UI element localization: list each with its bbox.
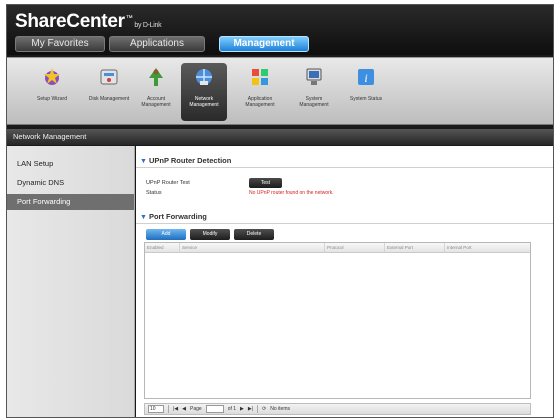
system-management-icon [306, 68, 322, 85]
first-page-icon[interactable]: |◀ [173, 406, 178, 412]
toolbar-label: Disk Management [88, 96, 130, 102]
header-bar: ShareCenter™by D-Link My Favorites Appli… [7, 5, 553, 55]
app-window: ShareCenter™by D-Link My Favorites Appli… [6, 4, 554, 418]
toolbar-setup-wizard[interactable]: Setup Wizard [29, 63, 75, 121]
toolbar-disk-management[interactable]: Disk Management [86, 63, 132, 121]
brand-byline: by D-Link [134, 22, 162, 29]
pager-divider [257, 405, 259, 413]
upnp-heading: ▼ UPnP Router Detection [136, 154, 553, 168]
wizard-icon [44, 68, 60, 85]
disk-management-icon [100, 69, 118, 85]
toolbar-label: Account Management [141, 96, 171, 108]
account-management-icon [149, 68, 163, 86]
main-content: ▼ UPnP Router Detection UPnP Router Test … [136, 146, 553, 417]
upnp-test-label: UPnP Router Test [146, 180, 190, 186]
modify-button[interactable]: Modify [190, 229, 230, 240]
system-status-icon: i [358, 69, 374, 85]
collapse-triangle-icon[interactable]: ▼ [140, 214, 147, 221]
previous-page-icon[interactable]: ◀ [182, 406, 186, 412]
port-forwarding-heading: ▼ Port Forwarding [136, 210, 553, 224]
column-header-internal-port[interactable]: Internal Port [445, 243, 530, 252]
network-management-icon [196, 69, 212, 85]
tab-management[interactable]: Management [219, 36, 309, 52]
refresh-icon[interactable]: ⟳ [262, 406, 266, 412]
toolbar-account-management[interactable]: Account Management [133, 63, 179, 121]
toolbar-label: Setup Wizard [36, 96, 67, 102]
upnp-status-label: Status [146, 190, 162, 196]
management-toolbar: Setup Wizard Disk Management Account Man… [7, 57, 553, 125]
toolbar-label: System Management [299, 96, 329, 108]
toolbar-application-management[interactable]: Application Management [237, 63, 283, 121]
upnp-status-value: No UPnP router found on the network. [249, 190, 334, 196]
next-page-icon[interactable]: ▶ [240, 406, 244, 412]
brand-trademark: ™ [125, 14, 133, 22]
collapse-triangle-icon[interactable]: ▼ [140, 158, 147, 165]
table-header: Enabled Service Protocol External Port I… [145, 243, 530, 253]
brand-name: ShareCenter [15, 11, 125, 32]
port-forwarding-table: Enabled Service Protocol External Port I… [144, 242, 531, 399]
page-size-select[interactable]: 10 [148, 405, 164, 413]
toolbar-system-management[interactable]: System Management [291, 63, 337, 121]
section-title-bar: Network Management [7, 129, 553, 145]
pager-divider [168, 405, 169, 413]
brand-logo: ShareCenter™by D-Link [15, 11, 162, 33]
no-items-label: No items [270, 406, 290, 412]
column-header-enabled[interactable]: Enabled [145, 243, 180, 252]
sidebar: LAN Setup Dynamic DNS Port Forwarding [7, 146, 135, 417]
tab-applications[interactable]: Applications [109, 36, 205, 52]
page-label: Page [190, 406, 202, 412]
toolbar-network-management[interactable]: Network Management [181, 63, 227, 121]
toolbar-system-status[interactable]: i System Status [343, 63, 389, 121]
page-number-input[interactable] [205, 405, 224, 413]
last-page-icon[interactable]: ▶| [248, 406, 253, 412]
upnp-heading-text: UPnP Router Detection [148, 156, 232, 165]
sidebar-item-dynamic-dns[interactable]: Dynamic DNS [7, 175, 134, 191]
sidebar-item-port-forwarding[interactable]: Port Forwarding [7, 194, 134, 210]
column-header-protocol[interactable]: Protocol [325, 243, 385, 252]
toolbar-label: Application Management [245, 96, 275, 108]
column-header-external-port[interactable]: External Port [385, 243, 445, 252]
svg-text:i: i [364, 71, 367, 85]
toolbar-label: Network Management [189, 96, 219, 108]
tab-my-favorites[interactable]: My Favorites [15, 36, 105, 52]
port-forwarding-heading-text: Port Forwarding [148, 212, 207, 221]
sidebar-item-lan-setup[interactable]: LAN Setup [7, 156, 134, 172]
main-nav-tabs: My Favorites Applications Management [15, 36, 309, 52]
delete-button[interactable]: Delete [234, 229, 274, 240]
toolbar-label: System Status [349, 96, 383, 102]
column-header-service[interactable]: Service [180, 243, 325, 252]
test-button[interactable]: Test [249, 178, 282, 188]
page-count-label: of 1 [227, 406, 237, 412]
application-management-icon [252, 69, 268, 85]
table-pager: 10 |◀ ◀ Page of 1 ▶ ▶| ⟳ No items [144, 403, 531, 415]
add-button[interactable]: Add [146, 229, 186, 240]
